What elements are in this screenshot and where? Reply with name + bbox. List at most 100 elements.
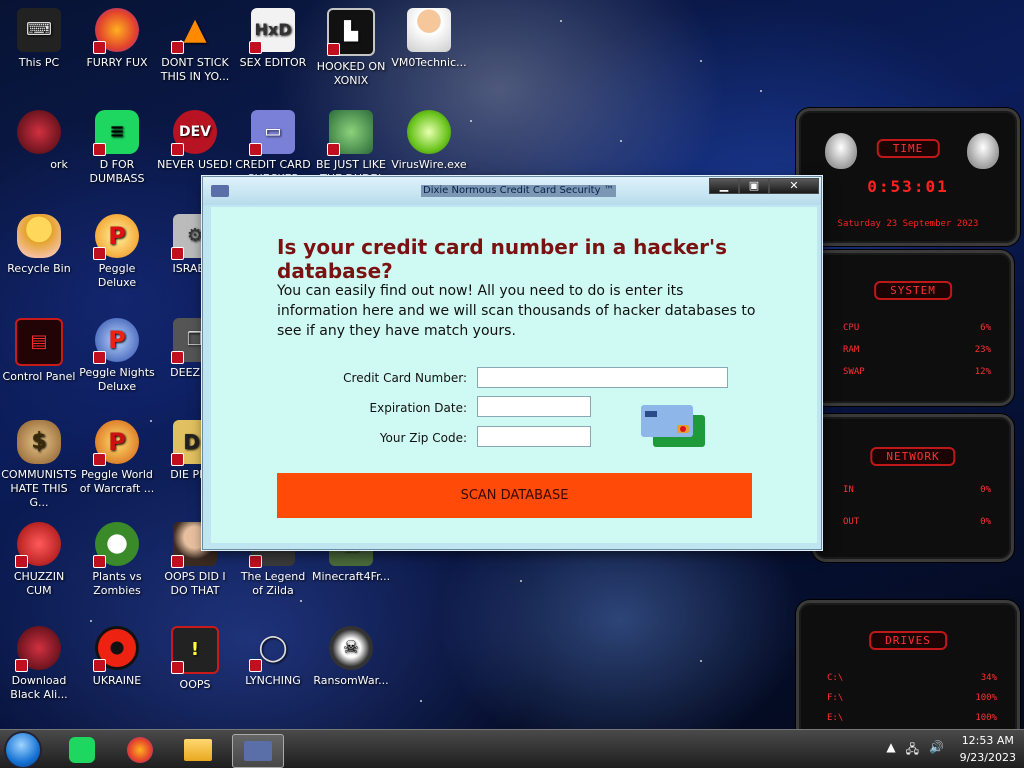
app-icon: [211, 185, 229, 197]
peggle-wow-icon: P: [93, 420, 139, 466]
window-content: Is your credit card number in a hacker's…: [211, 207, 817, 543]
desktop-icon-peggle-nights[interactable]: P Peggle Nights Deluxe: [78, 318, 156, 394]
xonix-icon: ▙: [327, 8, 375, 56]
card-number-label: Credit Card Number:: [343, 371, 467, 385]
folder-icon: [184, 739, 212, 761]
system-tray: ▲ 🖧 🔊: [886, 740, 944, 761]
chevron-up-icon[interactable]: ▲: [886, 740, 895, 761]
window-controls: ▁ ▣ ✕: [709, 178, 819, 194]
credit-card-icon: ▭: [249, 110, 295, 156]
desktop-icon-d-for-dumbass[interactable]: ≡ D FOR DUMBASS: [78, 110, 156, 186]
description-text: You can easily find out now! All you nee…: [277, 283, 756, 339]
desktop-icon-ork[interactable]: ork: [0, 110, 78, 172]
system-widget-title: SYSTEM: [874, 281, 952, 300]
desktop-icon-peggle-world-of-warcraft[interactable]: P Peggle World of Warcraft ...: [78, 420, 156, 496]
taskbar-file-explorer[interactable]: [178, 734, 218, 766]
vlc-cone-icon: ▲: [171, 8, 217, 54]
volume-icon[interactable]: 🔊: [929, 740, 944, 761]
time-widget: TIME 0:53:01 Saturday 23 September 2023: [796, 108, 1020, 246]
zip-code-label: Your Zip Code:: [379, 431, 467, 445]
desktop-icon-sex-editor[interactable]: HxD SEX EDITOR: [234, 8, 312, 70]
drives-widget-title: DRIVES: [869, 631, 947, 650]
drive-e-row: E:\ 100%: [827, 713, 997, 723]
money-bag-icon: $: [17, 420, 61, 464]
desktop-icon-vm0technic[interactable]: VM0Technic...: [390, 8, 468, 70]
pvz-icon: [93, 522, 139, 568]
desktop-icon-ransomware[interactable]: ☠ RansomWar...: [312, 626, 390, 688]
page-title: Is your credit card number in a hacker's…: [277, 235, 727, 283]
alien-head-icon: [967, 133, 999, 169]
devcpp-icon: DEV: [171, 110, 217, 156]
alienware-icon: [17, 110, 61, 154]
desktop-icon-plants-vs-zombies[interactable]: Plants vs Zombies: [78, 522, 156, 598]
spotify-icon: ≡: [93, 110, 139, 156]
window-title: Dixie Normous Credit Card Security ™: [421, 185, 616, 197]
expiration-date-label: Expiration Date:: [369, 401, 467, 415]
network-icon[interactable]: 🖧: [906, 740, 919, 761]
desktop-icon-viruswire[interactable]: VirusWire.exe: [390, 110, 468, 172]
peggle-nights-icon: P: [93, 318, 139, 364]
window-titlebar[interactable]: Dixie Normous Credit Card Security ™ ▁ ▣…: [203, 177, 821, 205]
taskbar-credit-card-checker[interactable]: [232, 734, 284, 768]
desktop-icon-hooked-on-xonix[interactable]: ▙ HOOKED ON XONIX: [312, 8, 390, 88]
elf-icon: [327, 110, 373, 156]
close-button[interactable]: ✕: [769, 178, 819, 194]
zip-code-field[interactable]: [477, 426, 591, 447]
desktop-icon-chuzzin-cum[interactable]: CHUZZIN CUM: [0, 522, 78, 598]
desktop-icon-credit-card-checker[interactable]: ▭ CREDIT CARD CHECKER: [234, 110, 312, 186]
desktop-icon-peggle-deluxe[interactable]: P Peggle Deluxe: [78, 214, 156, 290]
desktop-icon-furry-fux[interactable]: FURRY FUX: [78, 8, 156, 70]
credit-card-security-window: Dixie Normous Credit Card Security ™ ▁ ▣…: [202, 176, 822, 550]
alien-head-icon: [825, 133, 857, 169]
oops-icon: !: [171, 626, 219, 674]
taskbar-time: 12:53 AM: [961, 734, 1014, 747]
spotify-icon: [69, 737, 95, 763]
taskbar: ▲ 🖧 🔊 12:53 AM 9/23/2023: [0, 729, 1024, 768]
drive-c-row: C:\ 34%: [827, 673, 997, 683]
card-number-field[interactable]: [477, 367, 728, 388]
ram-row: RAM 23%: [843, 345, 991, 355]
desktop-icon-ukraine[interactable]: UKRAINE: [78, 626, 156, 688]
scan-database-button[interactable]: SCAN DATABASE: [277, 473, 752, 518]
date-readout: Saturday 23 September 2023: [837, 219, 979, 229]
credit-cards-icon: [641, 405, 705, 447]
start-button[interactable]: [6, 733, 40, 767]
maximize-button[interactable]: ▣: [739, 178, 769, 194]
firefox-icon: [93, 8, 139, 54]
network-widget: NETWORK IN 0% OUT 0%: [812, 414, 1014, 562]
chuzzle-icon: [15, 522, 61, 568]
taskbar-date: 9/23/2023: [959, 751, 1016, 764]
desktop-icon-dont-stick[interactable]: ▲ DONT STICK THIS IN YO...: [156, 8, 234, 84]
swap-row: SWAP 12%: [843, 367, 991, 377]
credit-card-icon: [244, 741, 272, 761]
taskbar-firefox[interactable]: [120, 734, 160, 766]
desktop-icon-this-pc[interactable]: ⌨ This PC: [0, 8, 78, 70]
drive-f-row: F:\ 100%: [827, 693, 997, 703]
desktop-icon-be-just-like-the-dude[interactable]: BE JUST LIKE THE DUDE!: [312, 110, 390, 186]
star-butterfly-icon: [17, 214, 61, 258]
desktop-icon-download-black-ali[interactable]: Download Black Ali...: [0, 626, 78, 702]
desktop-icon-oops[interactable]: ! OOPS: [156, 626, 234, 692]
taskbar-clock[interactable]: 12:53 AM 9/23/2023: [960, 732, 1016, 766]
network-out-row: OUT 0%: [843, 517, 991, 527]
desktop-icon-lynching[interactable]: ◯ LYNCHING: [234, 626, 312, 688]
computer-icon: ⌨: [17, 8, 61, 52]
peggle-icon: P: [93, 214, 139, 260]
minimize-button[interactable]: ▁: [709, 178, 739, 194]
desktop-icon-communists[interactable]: $ COMMUNISTS HATE THIS G...: [0, 420, 78, 510]
expiration-date-field[interactable]: [477, 396, 591, 417]
cpu-row: CPU 6%: [843, 323, 991, 333]
time-widget-title: TIME: [876, 139, 940, 158]
alienware-icon: [15, 626, 61, 672]
skull-icon: ☠: [329, 626, 373, 670]
taskbar-spotify[interactable]: [62, 734, 102, 766]
doctor-icon: [407, 8, 451, 52]
desktop-icon-never-used[interactable]: DEV NEVER USED!: [156, 110, 234, 172]
network-widget-title: NETWORK: [870, 447, 956, 466]
desktop-icon-control-panel[interactable]: ▤ Control Panel: [0, 318, 78, 384]
system-widget: SYSTEM CPU 6% RAM 23% SWAP 12%: [812, 250, 1014, 406]
radiation-icon: [93, 626, 139, 672]
limewire-icon: [407, 110, 451, 154]
network-in-row: IN 0%: [843, 485, 991, 495]
desktop-icon-recycle-bin[interactable]: Recycle Bin: [0, 214, 78, 276]
